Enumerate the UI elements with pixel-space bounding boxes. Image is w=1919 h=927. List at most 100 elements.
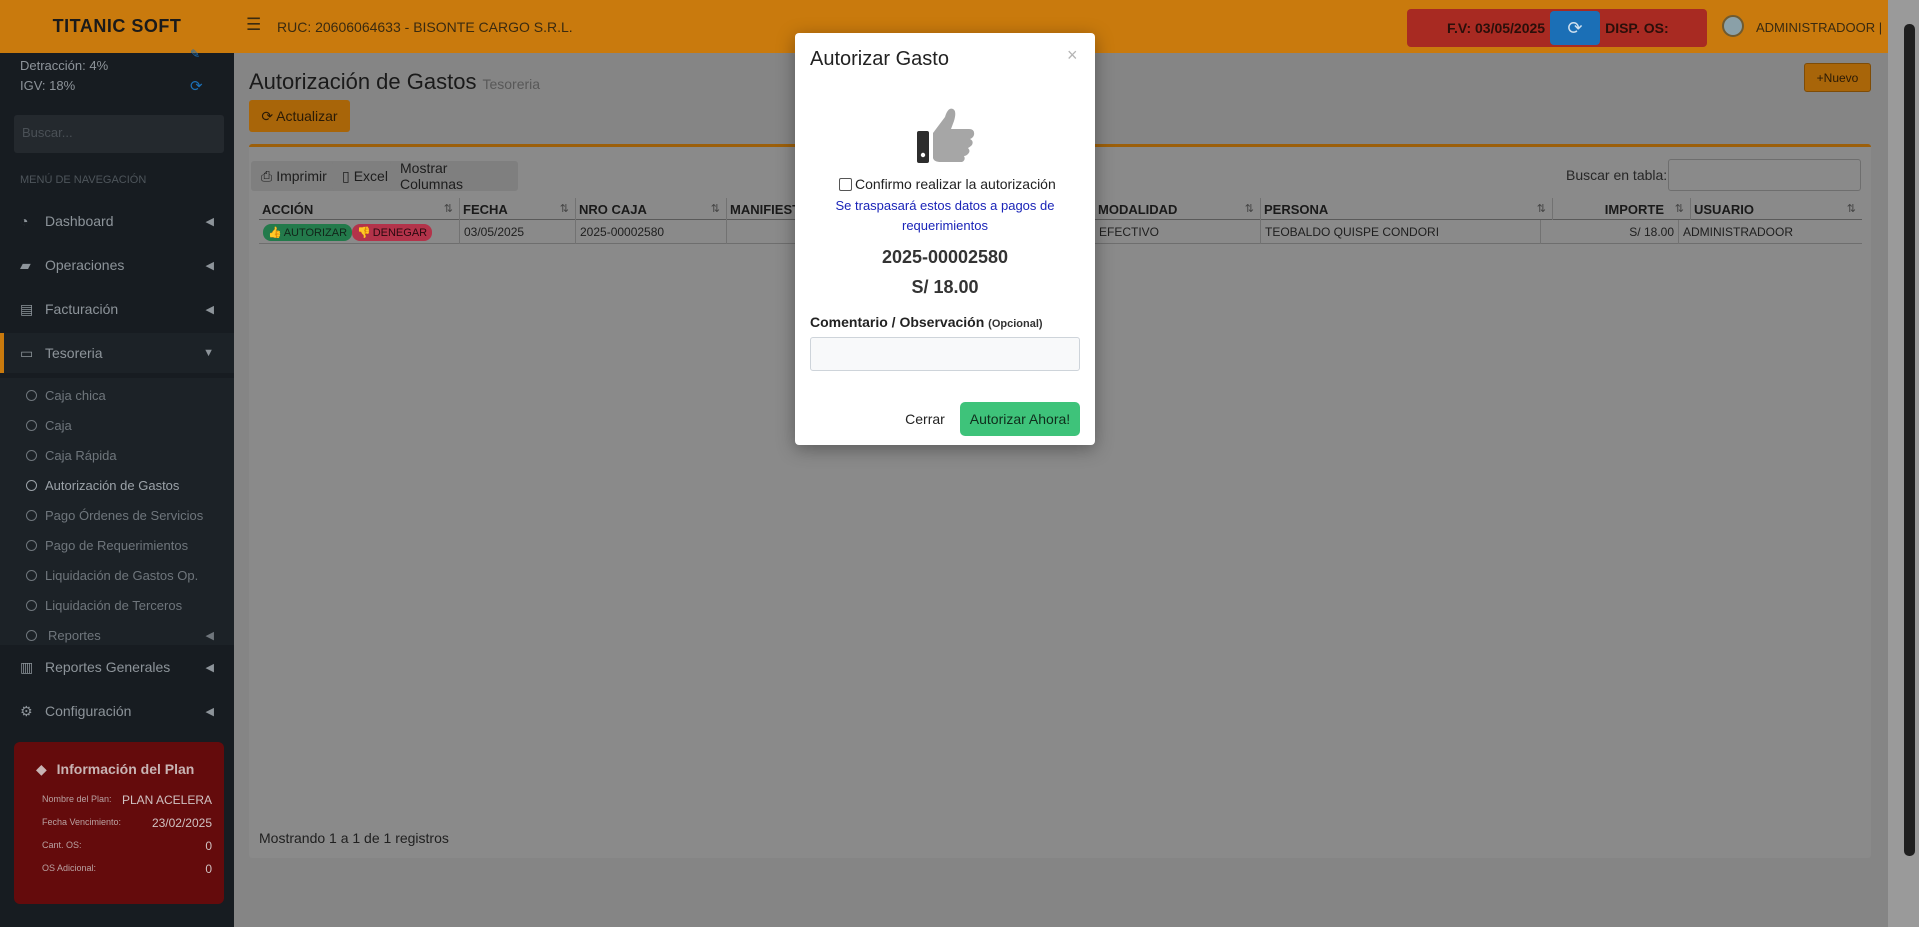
sidebar-subitem-pago-requerimientos[interactable]: Pago de Requerimientos — [0, 531, 234, 559]
col-manifiesto-label: MANIFIEST — [730, 202, 801, 217]
cell-usuario: ADMINISTRADOOR — [1683, 225, 1794, 239]
chevron-left-icon: ◀ — [205, 259, 214, 272]
col-fecha[interactable]: FECHA ⇅ — [460, 198, 576, 220]
igv-info: IGV: 18% — [20, 78, 76, 93]
col-modalidad[interactable]: MODALIDAD ⇅ — [1095, 198, 1261, 220]
chevron-left-icon: ◀ — [205, 705, 214, 718]
refresh-button[interactable]: ⟳ Actualizar — [249, 100, 350, 132]
table-info: Mostrando 1 a 1 de 1 registros — [259, 830, 449, 846]
sidebar-item-configuracion[interactable]: ⚙ Configuración ◀ — [0, 691, 234, 731]
cell-nro-caja: 2025-00002580 — [576, 220, 727, 244]
sort-icon: ⇅ — [710, 203, 720, 215]
sort-icon: ⇅ — [1244, 203, 1254, 215]
sidebar-item-tesoreria[interactable]: ▭ Tesoreria ▼ — [0, 333, 234, 373]
cell-persona: TEOBALDO QUISPE CONDORI — [1261, 220, 1541, 244]
circle-icon — [26, 509, 37, 521]
sidebar-subitem-caja-chica[interactable]: Caja chica — [0, 381, 234, 409]
show-columns-button[interactable]: Mostrar Columnas — [390, 160, 518, 192]
sidebar-item-label: Tesoreria — [45, 345, 103, 361]
sidebar-item-facturacion[interactable]: ▤ Facturación ◀ — [0, 289, 234, 329]
col-persona[interactable]: PERSONA ⇅ — [1261, 198, 1553, 220]
brand-logo[interactable]: TITANIC SOFT — [0, 0, 234, 53]
authorize-now-button[interactable]: Autorizar Ahora! — [960, 402, 1080, 436]
col-modalidad-label: MODALIDAD — [1098, 202, 1178, 217]
sidebar-item-reportes-generales[interactable]: ▥ Reportes Generales ◀ — [0, 647, 234, 687]
sidebar-item-label: Dashboard — [45, 213, 114, 229]
chevron-down-icon: ▼ — [203, 347, 214, 359]
sidebar-subitem-liquidacion-gastos[interactable]: Liquidación de Gastos Op. — [0, 561, 234, 589]
col-usuario[interactable]: USUARIO ⇅ — [1691, 198, 1862, 220]
sidebar-subitem-caja[interactable]: Caja — [0, 411, 234, 439]
close-button[interactable]: Cerrar — [898, 402, 952, 436]
plan-extra-label: OS Adicional: — [42, 863, 97, 873]
sidebar-item-label: Reportes Generales — [45, 659, 171, 675]
chart-icon: ▥ — [20, 658, 34, 675]
sidebar-subitem-caja-rapida[interactable]: Caja Rápida — [0, 441, 234, 469]
col-importe[interactable]: IMPORTE ⇅ — [1553, 198, 1691, 220]
circle-icon — [26, 569, 37, 581]
deny-button[interactable]: 👎 DENEGAR — [352, 224, 433, 241]
sidebar-subitem-label: Pago Órdenes de Servicios — [45, 507, 204, 523]
edit-icon[interactable]: ✎ — [190, 47, 200, 61]
sidebar-search-input[interactable]: Buscar... — [14, 115, 224, 153]
scrollbar-thumb[interactable] — [1904, 24, 1915, 856]
confirm-checkbox[interactable] — [839, 177, 852, 191]
chevron-left-icon: ◀ — [205, 303, 214, 316]
refresh-icon[interactable]: ⟳ — [1550, 11, 1601, 45]
excel-button[interactable]: ▯ Excel — [332, 161, 398, 191]
sidebar-subitem-label: Caja chica — [45, 387, 106, 403]
thumbs-up-icon: 👍 — [268, 227, 282, 239]
table-search-input[interactable] — [1668, 159, 1861, 191]
print-button[interactable]: ⎙ Imprimir — [251, 161, 337, 191]
sidebar-subitem-label: Autorización de Gastos — [45, 477, 180, 493]
sidebar-item-operaciones[interactable]: ▰ Operaciones ◀ — [0, 245, 234, 285]
refresh-icon[interactable]: ⟳ — [190, 77, 203, 95]
sidebar-item-dashboard[interactable]: ◔ Dashboard ◀ — [0, 201, 234, 241]
detraccion-info: Detracción: 4% — [20, 58, 109, 73]
chevron-left-icon: ◀ — [205, 629, 214, 642]
sidebar-subitem-autorizacion-gastos[interactable]: Autorización de Gastos — [0, 471, 234, 499]
circle-icon — [26, 449, 37, 461]
cell-fecha: 03/05/2025 — [460, 220, 576, 244]
col-accion[interactable]: ACCIÓN ⇅ — [259, 198, 460, 220]
user-avatar[interactable] — [1722, 15, 1744, 37]
plan-extra-row: OS Adicional: 0 — [42, 862, 212, 876]
plan-info-title: ◆ Información del Plan — [36, 761, 194, 778]
new-button-label: Nuevo — [1823, 70, 1859, 85]
chevron-left-icon: ◀ — [205, 215, 214, 228]
sidebar-subitem-reportes[interactable]: Reportes ◀ — [0, 621, 234, 649]
plan-os-row: Cant. OS: 0 — [42, 839, 212, 853]
sidebar: ✎ Detracción: 4% IGV: 18% ⟳ Buscar... ME… — [0, 47, 234, 927]
hamburger-menu-icon[interactable]: ☰ — [246, 16, 264, 34]
plan-info-card: ◆ Información del Plan Nombre del Plan: … — [14, 742, 224, 904]
sidebar-subitem-label: Caja Rápida — [45, 447, 117, 463]
comment-input[interactable] — [810, 337, 1080, 371]
sidebar-subitem-liquidacion-terceros[interactable]: Liquidación de Terceros — [0, 591, 234, 619]
confirm-checkbox-label: Confirmo realizar la autorización — [855, 176, 1056, 192]
user-name[interactable]: ADMINISTRADOOR | — [1756, 20, 1882, 35]
col-nro-caja[interactable]: NRO CAJA ⇅ — [576, 198, 727, 220]
plus-icon: + — [1816, 70, 1824, 85]
gears-icon: ⚙ — [20, 702, 33, 719]
nav-menu-header: MENÚ DE NAVEGACIÓN — [20, 174, 147, 186]
dashboard-icon: ◔ — [20, 213, 29, 229]
col-accion-label: ACCIÓN — [262, 202, 314, 217]
sort-icon: ⇅ — [1536, 203, 1546, 215]
new-button[interactable]: + Nuevo — [1804, 63, 1871, 92]
modal-info-text: Se traspasará estos datos a pagos de req… — [835, 198, 1055, 233]
money-icon: ▭ — [20, 344, 34, 361]
close-icon[interactable]: × — [1067, 45, 1078, 66]
sort-icon: ⇅ — [1846, 203, 1856, 215]
authorize-button[interactable]: 👍 AUTORIZAR — [263, 224, 353, 241]
sidebar-item-label: Facturación — [45, 301, 119, 317]
file-icon: ▯ — [342, 167, 350, 184]
sidebar-subitem-pago-ordenes[interactable]: Pago Órdenes de Servicios — [0, 501, 234, 529]
plan-expiry-row: Fecha Vencimiento: 23/02/2025 — [42, 816, 212, 830]
confirm-checkbox-row[interactable]: Confirmo realizar la autorización — [839, 176, 1056, 192]
circle-icon — [26, 389, 37, 401]
thumbs-up-icon — [917, 108, 975, 163]
page-subtitle: Tesoreria — [482, 76, 541, 92]
authorize-button-label: AUTORIZAR — [283, 226, 348, 239]
refresh-button-label: Actualizar — [276, 108, 338, 124]
col-importe-label: IMPORTE — [1604, 202, 1664, 217]
